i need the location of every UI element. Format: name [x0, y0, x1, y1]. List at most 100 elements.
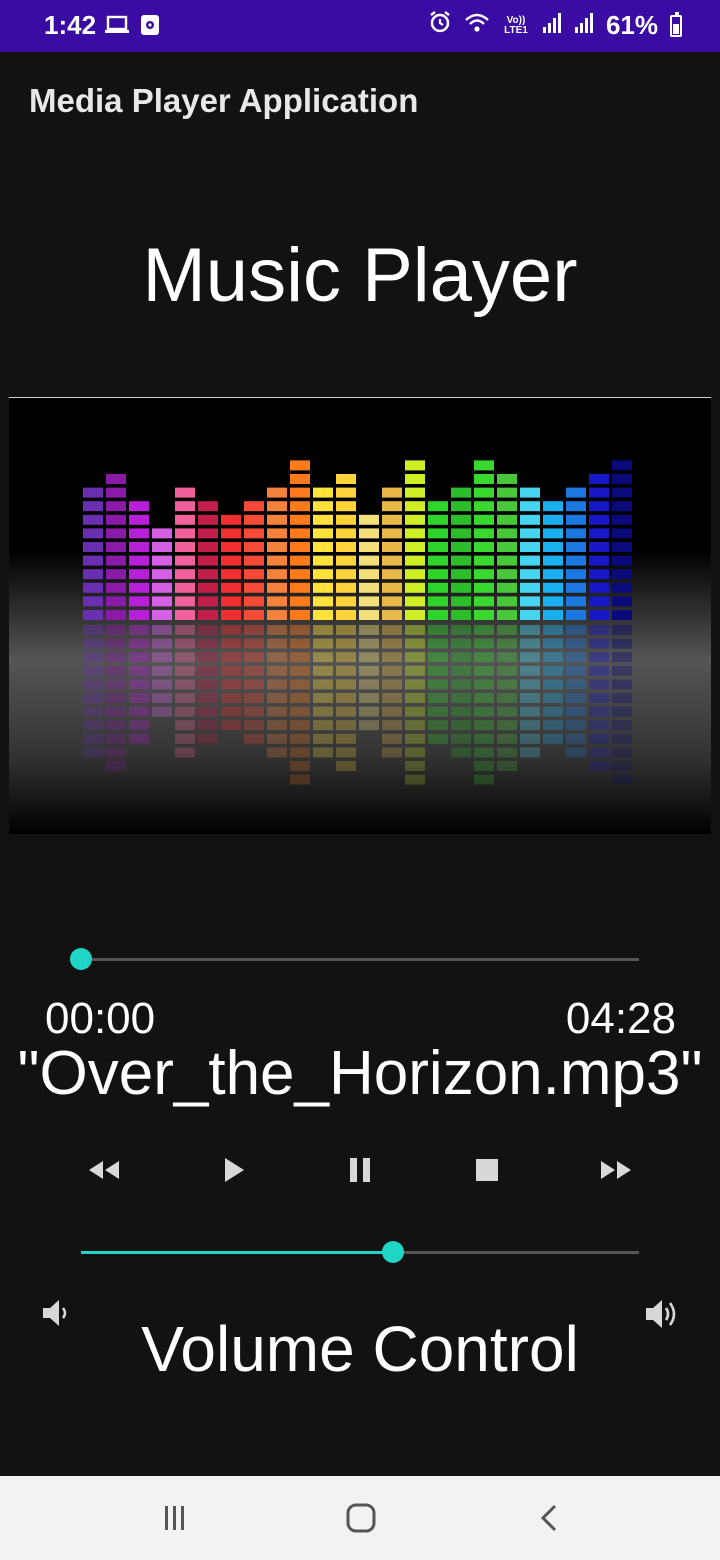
eq-reflection-segment [589, 747, 609, 758]
eq-reflection-segment [267, 706, 287, 717]
eq-reflection-segment [83, 652, 103, 663]
home-icon [346, 1503, 376, 1533]
app-bar: Media Player Application [0, 52, 720, 152]
eq-segment [198, 528, 218, 539]
eq-reflection-segment [589, 679, 609, 690]
play-icon [225, 1158, 244, 1182]
eq-reflection-segment [359, 706, 379, 717]
eq-segment [244, 514, 264, 525]
eq-reflection-segment [221, 679, 241, 690]
eq-reflection-segment [405, 665, 425, 676]
eq-reflection-segment [290, 706, 310, 717]
eq-reflection-segment [152, 679, 172, 690]
eq-reflection-segment [83, 625, 103, 635]
eq-reflection-segment [474, 720, 494, 731]
eq-reflection-segment [474, 774, 494, 785]
eq-segment [451, 514, 471, 525]
stop-button[interactable] [465, 1148, 509, 1192]
eq-segment [313, 487, 333, 498]
eq-segment [106, 555, 126, 566]
eq-segment [382, 555, 402, 566]
eq-segment [474, 514, 494, 525]
eq-reflection-segment [497, 625, 517, 635]
eq-reflection-segment [520, 733, 540, 744]
eq-segment [474, 542, 494, 552]
eq-reflection-segment [313, 665, 333, 676]
eq-segment [129, 596, 149, 607]
eq-segment [290, 487, 310, 498]
play-button[interactable] [212, 1148, 256, 1192]
eq-segment [221, 610, 241, 620]
eq-reflection-segment [405, 706, 425, 717]
eq-reflection-segment [520, 652, 540, 663]
pause-button[interactable] [338, 1148, 382, 1192]
eq-reflection-segment [106, 706, 126, 717]
eq-reflection-segment [451, 665, 471, 676]
eq-segment [290, 610, 310, 620]
recent-apps-button[interactable] [155, 1498, 195, 1538]
recent-apps-icon [165, 1506, 184, 1530]
eq-segment [428, 610, 448, 620]
eq-reflection-segment [83, 638, 103, 649]
eq-segment [336, 474, 356, 484]
eq-reflection-segment [290, 665, 310, 676]
signal-icon-2 [574, 10, 594, 41]
seek-bar-thumb[interactable] [70, 948, 92, 970]
eq-reflection-segment [451, 625, 471, 635]
fast-forward-button[interactable] [594, 1148, 638, 1192]
eq-reflection-segment [428, 652, 448, 663]
eq-reflection-segment [83, 706, 103, 717]
eq-segment [359, 582, 379, 593]
eq-reflection-segment [267, 625, 287, 635]
eq-segment [589, 596, 609, 607]
eq-reflection-segment [474, 679, 494, 690]
volume-slider-thumb[interactable] [382, 1241, 405, 1263]
rewind-button[interactable] [82, 1148, 126, 1192]
eq-segment [474, 474, 494, 484]
eq-segment [198, 555, 218, 566]
eq-segment [83, 542, 103, 552]
eq-segment [566, 596, 586, 607]
eq-reflection-segment [198, 652, 218, 663]
eq-segment [589, 501, 609, 512]
eq-reflection-segment [543, 625, 563, 635]
eq-segment [612, 460, 632, 471]
eq-reflection-segment [175, 665, 195, 676]
eq-reflection-segment [359, 679, 379, 690]
eq-segment [175, 514, 195, 525]
home-button[interactable] [341, 1498, 381, 1538]
eq-reflection-segment [612, 706, 632, 717]
eq-segment [313, 555, 333, 566]
seek-bar[interactable] [70, 948, 639, 970]
eq-reflection-segment [175, 679, 195, 690]
eq-segment [290, 555, 310, 566]
eq-reflection-segment [290, 693, 310, 703]
eq-segment [589, 514, 609, 525]
eq-segment [405, 501, 425, 512]
eq-segment [83, 569, 103, 580]
eq-reflection-segment [451, 706, 471, 717]
eq-segment [520, 514, 540, 525]
eq-segment [543, 528, 563, 539]
back-button[interactable] [529, 1498, 569, 1538]
eq-segment [497, 501, 517, 512]
eq-reflection-segment [497, 733, 517, 744]
eq-segment [267, 596, 287, 607]
eq-segment [474, 555, 494, 566]
eq-reflection-segment [589, 665, 609, 676]
eq-segment [152, 528, 172, 539]
eq-reflection-segment [290, 761, 310, 771]
eq-reflection-segment [290, 625, 310, 635]
eq-reflection-segment [290, 720, 310, 731]
eq-reflection-segment [152, 706, 172, 717]
screen-record-icon [140, 14, 160, 41]
eq-segment [83, 555, 103, 566]
eq-reflection-segment [267, 679, 287, 690]
eq-reflection-segment [83, 679, 103, 690]
volume-slider[interactable] [81, 1241, 639, 1263]
eq-segment [612, 582, 632, 593]
eq-segment [428, 514, 448, 525]
eq-segment [175, 596, 195, 607]
eq-reflection-segment [612, 652, 632, 663]
eq-segment [198, 610, 218, 620]
